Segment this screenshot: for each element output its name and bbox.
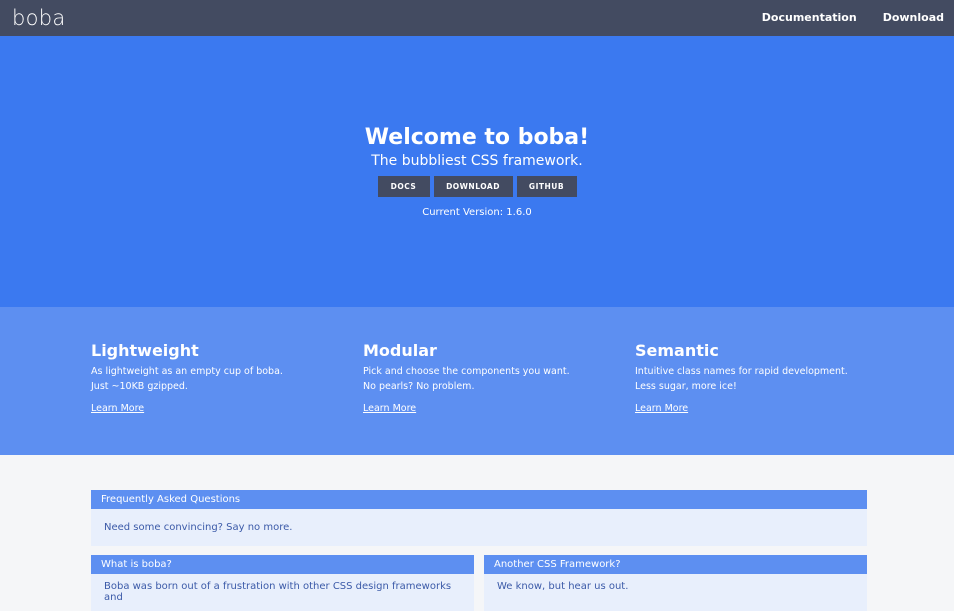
hero-buttons: DOCS DOWNLOAD GITHUB (377, 176, 577, 197)
faq-card-body: Need some convincing? Say no more. (104, 522, 293, 533)
brand-logo[interactable]: boba (12, 0, 66, 36)
feature-semantic: Semantic Intuitive class names for rapid… (635, 342, 907, 455)
faq-card: Frequently Asked Questions Need some con… (91, 490, 867, 546)
top-navbar: boba Documentation Download (0, 0, 954, 36)
features-section: Lightweight As lightweight as an empty c… (0, 307, 954, 455)
feature-modular: Modular Pick and choose the components y… (363, 342, 635, 455)
hero-subtitle: The bubbliest CSS framework. (371, 153, 583, 169)
feature-text-line: No pearls? No problem. (363, 381, 475, 392)
hero-title: Welcome to boba! (364, 125, 590, 150)
feature-text-line: Pick and choose the components you want. (363, 366, 570, 377)
card-header: What is boba? (91, 555, 474, 574)
card-header: Another CSS Framework? (484, 555, 867, 574)
nav-links: Documentation Download (749, 0, 954, 36)
content-section: Frequently Asked Questions Need some con… (0, 455, 954, 611)
docs-button[interactable]: DOCS (377, 176, 430, 197)
learn-more-link[interactable]: Learn More (363, 403, 416, 414)
download-button[interactable]: DOWNLOAD (433, 176, 513, 197)
github-button[interactable]: GITHUB (516, 176, 577, 197)
feature-title: Semantic (635, 341, 719, 360)
faq-card-header: Frequently Asked Questions (91, 490, 867, 509)
another-framework-card: Another CSS Framework? We know, but hear… (484, 555, 867, 611)
learn-more-link[interactable]: Learn More (635, 403, 688, 414)
card-row: What is boba? Boba was born out of a fru… (91, 555, 867, 611)
what-is-boba-card: What is boba? Boba was born out of a fru… (91, 555, 474, 611)
nav-link-documentation[interactable]: Documentation (749, 0, 870, 36)
card-body: Boba was born out of a frustration with … (104, 581, 452, 603)
hero-section: Welcome to boba! The bubbliest CSS frame… (0, 36, 954, 307)
feature-title: Lightweight (91, 341, 199, 360)
nav-link-download[interactable]: Download (870, 0, 954, 36)
card-body: We know, but hear us out. (497, 581, 629, 592)
feature-text-line: Intuitive class names for rapid developm… (635, 366, 848, 377)
feature-lightweight: Lightweight As lightweight as an empty c… (91, 342, 363, 455)
learn-more-link[interactable]: Learn More (91, 403, 144, 414)
feature-text-line: Less sugar, more ice! (635, 381, 737, 392)
feature-text-line: Just ~10KB gzipped. (91, 381, 188, 392)
current-version: Current Version: 1.6.0 (422, 207, 532, 218)
feature-title: Modular (363, 341, 437, 360)
feature-text-line: As lightweight as an empty cup of boba. (91, 366, 283, 377)
